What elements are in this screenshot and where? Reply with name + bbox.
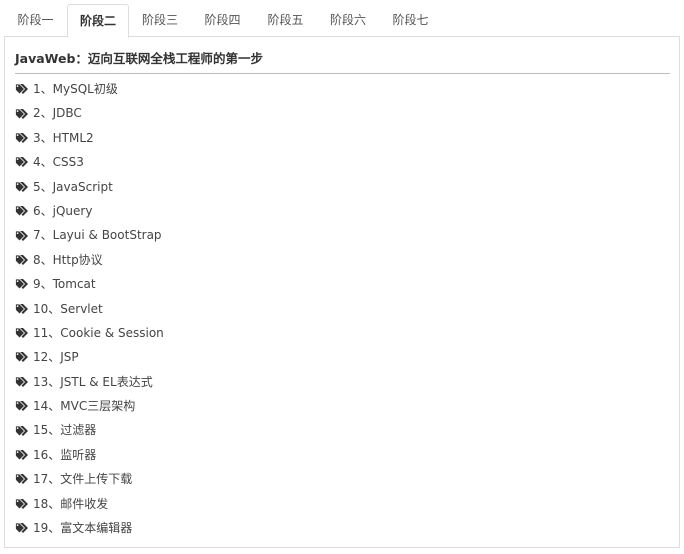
tags-icon bbox=[15, 425, 31, 437]
list-item[interactable]: 6、jQuery bbox=[15, 199, 164, 223]
tags-icon bbox=[15, 230, 31, 242]
list-item[interactable]: 7、Layui & BootStrap bbox=[15, 223, 164, 247]
list-item[interactable]: 10、Servlet bbox=[15, 297, 164, 321]
tab-stage-3[interactable]: 阶段三 bbox=[129, 4, 191, 37]
tags-icon bbox=[15, 473, 31, 486]
tags-icon bbox=[15, 254, 31, 266]
list-item-label: 7、Layui & BootStrap bbox=[33, 228, 162, 243]
tags-icon bbox=[15, 327, 31, 339]
list-item[interactable]: 16、监听器 bbox=[15, 443, 164, 467]
tags-icon bbox=[15, 303, 31, 315]
tab-stage-4[interactable]: 阶段四 bbox=[191, 4, 254, 37]
list-item[interactable]: 15、过滤器 bbox=[15, 418, 164, 442]
tags-icon bbox=[15, 132, 31, 144]
list-item[interactable]: 4、CSS3 bbox=[15, 150, 164, 174]
stage-tabs: 阶段一 阶段二 阶段三 阶段四 阶段五 阶段六 阶段七 bbox=[4, 4, 680, 38]
list-item[interactable]: 19、富文本编辑器 bbox=[15, 516, 164, 540]
list-item-label: 9、Tomcat bbox=[33, 277, 96, 292]
tags-icon bbox=[15, 108, 31, 120]
list-item-label: 15、过滤器 bbox=[33, 423, 97, 438]
list-item-label: 1、MySQL初级 bbox=[33, 82, 118, 96]
list-item[interactable]: 2、JDBC bbox=[15, 101, 164, 125]
list-item-label: 13、JSTL & EL表达式 bbox=[33, 374, 153, 389]
list-item-label: 14、MVC三层架构 bbox=[33, 399, 136, 414]
list-item-label: 11、Cookie & Session bbox=[33, 325, 164, 340]
list-item-label: 4、CSS3 bbox=[33, 155, 84, 170]
tab-stage-7[interactable]: 阶段七 bbox=[379, 4, 442, 37]
panel-title: JavaWeb：迈向互联网全栈工程师的第一步 bbox=[15, 51, 263, 66]
tags-icon bbox=[15, 376, 31, 388]
list-item-label: 19、富文本编辑器 bbox=[33, 521, 133, 536]
list-item[interactable]: 17、文件上传下载 bbox=[15, 467, 164, 491]
list-item-label: 12、JSP bbox=[33, 350, 79, 365]
tags-icon bbox=[15, 351, 31, 364]
list-item-label: 10、Servlet bbox=[33, 301, 103, 316]
list-item-label: 17、文件上传下载 bbox=[33, 472, 133, 487]
list-item[interactable]: 5、JavaScript bbox=[15, 175, 164, 199]
tags-icon bbox=[15, 278, 31, 290]
list-item[interactable]: 3、HTML2 bbox=[15, 126, 164, 150]
list-item-label: 2、JDBC bbox=[33, 106, 82, 121]
list-item[interactable]: 12、JSP bbox=[15, 345, 164, 369]
tab-stage-1[interactable]: 阶段一 bbox=[4, 4, 67, 37]
tags-icon bbox=[15, 400, 31, 412]
tab-stage-6[interactable]: 阶段六 bbox=[317, 4, 379, 37]
list-item-label: 6、jQuery bbox=[33, 203, 93, 218]
tags-icon bbox=[15, 498, 31, 510]
tags-icon bbox=[15, 522, 31, 534]
tags-icon bbox=[15, 156, 31, 168]
list-item[interactable]: 9、Tomcat bbox=[15, 272, 164, 296]
list-item-label: 16、监听器 bbox=[33, 447, 97, 462]
tags-icon bbox=[15, 205, 31, 217]
tags-icon bbox=[15, 181, 31, 193]
list-item-label: 8、Http协议 bbox=[33, 252, 103, 267]
list-item-label: 3、HTML2 bbox=[33, 130, 94, 145]
list-item[interactable]: 11、Cookie & Session bbox=[15, 321, 164, 345]
tags-icon bbox=[15, 83, 31, 95]
list-item[interactable]: 14、MVC三层架构 bbox=[15, 394, 164, 418]
list-item-label: 18、邮件收发 bbox=[33, 496, 109, 511]
lesson-list: 1、MySQL初级 2、JDBC 3、HTML2 4、CSS3 5、JavaSc… bbox=[15, 77, 164, 540]
tab-stage-5[interactable]: 阶段五 bbox=[254, 4, 317, 37]
title-divider bbox=[15, 73, 670, 74]
stage-content-panel: JavaWeb：迈向互联网全栈工程师的第一步 1、MySQL初级 2、JDBC … bbox=[4, 36, 680, 548]
tags-icon bbox=[15, 449, 31, 461]
list-item[interactable]: 13、JSTL & EL表达式 bbox=[15, 370, 164, 394]
list-item-label: 5、JavaScript bbox=[33, 179, 113, 194]
list-item[interactable]: 1、MySQL初级 bbox=[15, 77, 164, 101]
tab-stage-2[interactable]: 阶段二 bbox=[67, 4, 129, 38]
list-item[interactable]: 8、Http协议 bbox=[15, 248, 164, 272]
list-item[interactable]: 18、邮件收发 bbox=[15, 492, 164, 516]
